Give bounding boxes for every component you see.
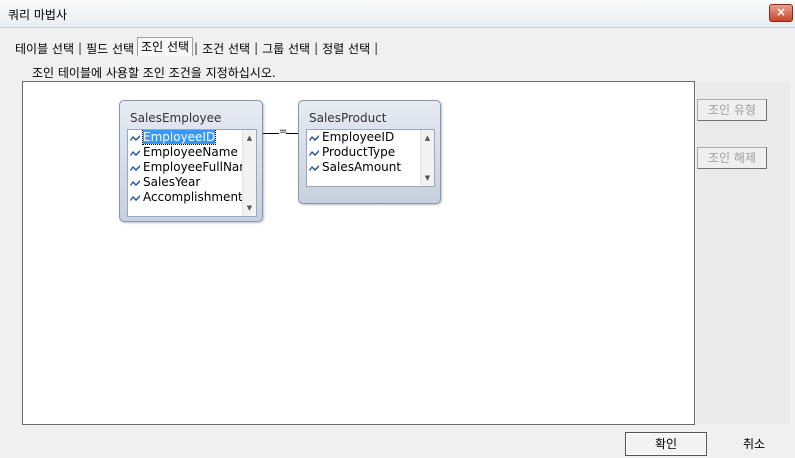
- field-item[interactable]: SalesAmount: [307, 160, 434, 175]
- key-icon: [130, 149, 140, 156]
- field-name: SalesAmount: [322, 160, 402, 174]
- key-icon: [309, 164, 319, 171]
- join-canvas[interactable]: SalesEmployee EmployeeID EmployeeName Em…: [22, 81, 695, 425]
- field-item[interactable]: SalesYear: [128, 175, 256, 190]
- field-item[interactable]: ProductType: [307, 145, 434, 160]
- field-name: Accomplishment: [143, 190, 243, 204]
- field-name: ProductType: [322, 145, 396, 159]
- key-icon: [309, 134, 319, 141]
- key-icon: [130, 134, 140, 141]
- window-title: 쿼리 마법사: [8, 8, 68, 22]
- field-item[interactable]: EmployeeFullName: [128, 160, 256, 175]
- table-title: SalesProduct: [309, 111, 387, 125]
- cancel-button[interactable]: 취소: [713, 432, 795, 456]
- scroll-down-icon[interactable]: ▼: [243, 202, 256, 214]
- tab-group-select[interactable]: 그룹 선택: [259, 40, 313, 57]
- table-box-salesemployee[interactable]: SalesEmployee EmployeeID EmployeeName Em…: [119, 100, 263, 222]
- field-item[interactable]: EmployeeName: [128, 145, 256, 160]
- key-icon: [130, 179, 140, 186]
- table-title: SalesEmployee: [130, 111, 222, 125]
- join-line: [263, 133, 279, 134]
- scroll-up-icon[interactable]: ▲: [421, 132, 434, 144]
- wizard-tabs: 테이블 선택 | 필드 선택 조인 선택 | 조건 선택 | 그룹 선택 | 정…: [12, 36, 379, 58]
- instruction-text: 조인 테이블에 사용할 조인 조건을 지정하십시오.: [32, 66, 276, 80]
- tab-separator: |: [374, 41, 379, 55]
- field-name: EmployeeID: [141, 130, 217, 145]
- tab-condition-select[interactable]: 조건 선택: [199, 40, 253, 57]
- table-box-salesproduct[interactable]: SalesProduct EmployeeID ProductType Sale…: [298, 100, 441, 204]
- key-icon: [130, 194, 140, 201]
- join-line: [286, 133, 298, 134]
- tab-field-select[interactable]: 필드 선택: [83, 40, 137, 57]
- close-button[interactable]: ×: [769, 4, 793, 22]
- field-name: EmployeeName: [143, 145, 238, 159]
- tab-table-select[interactable]: 테이블 선택: [12, 40, 77, 57]
- field-item[interactable]: EmployeeID: [128, 130, 256, 145]
- tab-join-select[interactable]: 조인 선택: [137, 36, 194, 56]
- vertical-scrollbar[interactable]: ▲ ▼: [242, 130, 256, 216]
- vertical-scrollbar[interactable]: ▲ ▼: [420, 130, 434, 186]
- tab-sort-select[interactable]: 정렬 선택: [319, 40, 373, 57]
- field-item[interactable]: Accomplishment: [128, 190, 256, 205]
- field-name: EmployeeFullName: [143, 160, 257, 174]
- field-name: EmployeeID: [322, 130, 395, 144]
- key-icon: [309, 149, 319, 156]
- key-icon: [130, 164, 140, 171]
- field-list[interactable]: EmployeeID EmployeeName EmployeeFullName…: [127, 129, 257, 217]
- ok-button[interactable]: 확인: [625, 432, 707, 456]
- join-remove-button[interactable]: 조인 해제: [697, 147, 767, 169]
- scroll-up-icon[interactable]: ▲: [243, 132, 256, 144]
- field-list[interactable]: EmployeeID ProductType SalesAmount ▲ ▼: [306, 129, 435, 187]
- side-panel: [696, 82, 790, 424]
- join-type-button[interactable]: 조인 유형: [697, 99, 767, 121]
- field-name: SalesYear: [143, 175, 201, 189]
- scroll-down-icon[interactable]: ▼: [421, 172, 434, 184]
- join-operator: =: [279, 126, 288, 137]
- title-bar: 쿼리 마법사 ×: [0, 0, 795, 28]
- field-item[interactable]: EmployeeID: [307, 130, 434, 145]
